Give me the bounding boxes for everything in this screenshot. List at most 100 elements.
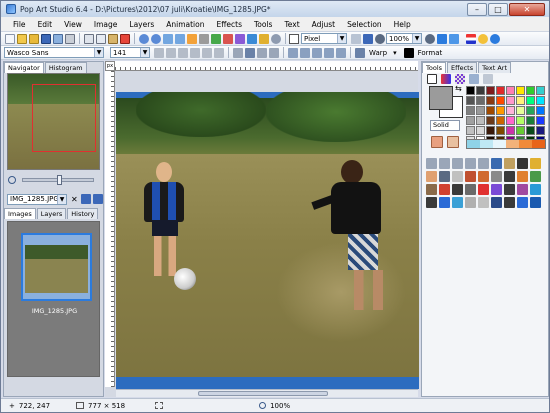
flip-icon[interactable] [187,33,197,44]
swap-colors-icon[interactable]: ⇆ [455,84,462,93]
palette-swatch[interactable] [536,106,545,115]
tool-button-icon[interactable] [517,158,528,169]
open-folder-icon[interactable] [17,33,27,44]
palette-swatch[interactable] [506,106,515,115]
chevron-down-icon[interactable]: ▼ [57,194,66,204]
navigator-preview[interactable] [7,73,100,170]
tool-button-icon[interactable] [439,197,450,208]
text-effect-icon[interactable] [288,47,298,58]
tool-button-icon[interactable] [530,158,541,169]
tool-button-icon[interactable] [465,184,476,195]
palette-swatch[interactable] [516,106,525,115]
help-icon[interactable] [490,33,500,44]
tool-button-icon[interactable] [517,197,528,208]
palette-swatch[interactable] [506,116,515,125]
align-center-icon[interactable] [245,47,255,58]
palette-swatch[interactable] [476,96,485,105]
foreground-color-swatch[interactable] [429,86,453,110]
image-canvas[interactable] [116,92,419,389]
text-effect-icon[interactable] [324,47,334,58]
palette-swatch[interactable] [516,116,525,125]
print-icon[interactable] [65,33,75,44]
palette-swatch[interactable] [466,126,475,135]
tool-button-icon[interactable] [478,158,489,169]
palette-swatch[interactable] [536,86,545,95]
tool-button-icon[interactable] [439,158,450,169]
menu-edit[interactable]: Edit [32,20,59,29]
palette-swatch[interactable] [526,86,535,95]
menu-layers[interactable]: Layers [123,20,160,29]
tool-button-icon[interactable] [439,184,450,195]
redo-icon[interactable] [151,33,161,44]
tool-button-icon[interactable] [478,171,489,182]
crop-icon[interactable] [199,33,209,44]
image-fill-category-icon[interactable] [483,74,493,84]
gradient-category-icon[interactable] [441,74,451,84]
menu-file[interactable]: File [7,20,32,29]
palette-swatch[interactable] [526,106,535,115]
text-style-icon[interactable] [190,47,200,58]
tool-button-icon[interactable] [478,184,489,195]
tool-button-icon[interactable] [452,158,463,169]
nav-viewport-rect[interactable] [32,84,96,152]
brush-settings-icon[interactable] [247,33,257,44]
tool-button-icon[interactable] [530,171,541,182]
tip-icon[interactable] [478,33,488,44]
palette-swatch[interactable] [516,96,525,105]
tool-button-icon[interactable] [530,184,541,195]
tab-effects[interactable]: Effects [447,62,478,73]
tool-button-icon[interactable] [452,171,463,182]
effects-icon[interactable] [235,33,245,44]
warp-dropdown-icon[interactable]: ▾ [390,49,400,57]
delete-icon[interactable] [120,33,130,44]
tool-button-icon[interactable] [465,158,476,169]
align-right-icon[interactable] [257,47,267,58]
palette-swatch[interactable] [506,126,515,135]
menu-text[interactable]: Text [278,20,305,29]
palette-swatch[interactable] [506,96,515,105]
palette-swatch[interactable] [486,126,495,135]
font-family-combo[interactable]: Wasco Sans ▼ [4,47,104,58]
tool-button-icon[interactable] [491,184,502,195]
palette-swatch[interactable] [496,116,505,125]
gradient-stop[interactable] [480,140,493,148]
tool-button-icon[interactable] [478,197,489,208]
fullscreen-icon[interactable] [363,33,373,44]
warp-icon[interactable] [355,47,365,58]
align-justify-icon[interactable] [269,47,279,58]
chevron-down-icon[interactable]: ▼ [337,34,346,43]
palette-swatch[interactable] [506,86,515,95]
menu-help[interactable]: Help [388,20,417,29]
palette-swatch[interactable] [486,116,495,125]
menu-adjust[interactable]: Adjust [306,20,341,29]
palette-swatch[interactable] [476,116,485,125]
format-button[interactable]: Format [415,49,446,57]
rotate-left-icon[interactable] [163,33,173,44]
palette-swatch[interactable] [516,86,525,95]
menu-animation[interactable]: Animation [160,20,210,29]
tab-layers[interactable]: Layers [36,208,67,219]
palette-swatch[interactable] [526,116,535,125]
tool-button-icon[interactable] [504,171,515,182]
rotate-right-icon[interactable] [175,33,185,44]
palette-swatch[interactable] [486,106,495,115]
palette-swatch[interactable] [486,96,495,105]
gradient-stop[interactable] [493,140,506,148]
zoom-combo[interactable]: 100% ▼ [386,33,422,44]
palette-swatch[interactable] [466,96,475,105]
chevron-down-icon[interactable]: ▼ [140,48,149,57]
image-next-icon[interactable] [92,194,103,204]
zoom-slider[interactable] [22,175,94,185]
tool-button-icon[interactable] [530,197,541,208]
grid-icon[interactable] [351,33,361,44]
pixel-swatch[interactable] [289,33,299,44]
palette-swatch[interactable] [496,96,505,105]
text-effect-icon[interactable] [312,47,322,58]
tool-button-icon[interactable] [504,197,515,208]
tab-tools[interactable]: Tools [422,62,447,73]
gradient-preset-bar[interactable] [466,139,546,149]
menu-effects[interactable]: Effects [210,20,248,29]
tool-button-icon[interactable] [452,184,463,195]
font-size-combo[interactable]: 141 ▼ [110,47,150,58]
actual-size-icon[interactable] [449,33,459,44]
